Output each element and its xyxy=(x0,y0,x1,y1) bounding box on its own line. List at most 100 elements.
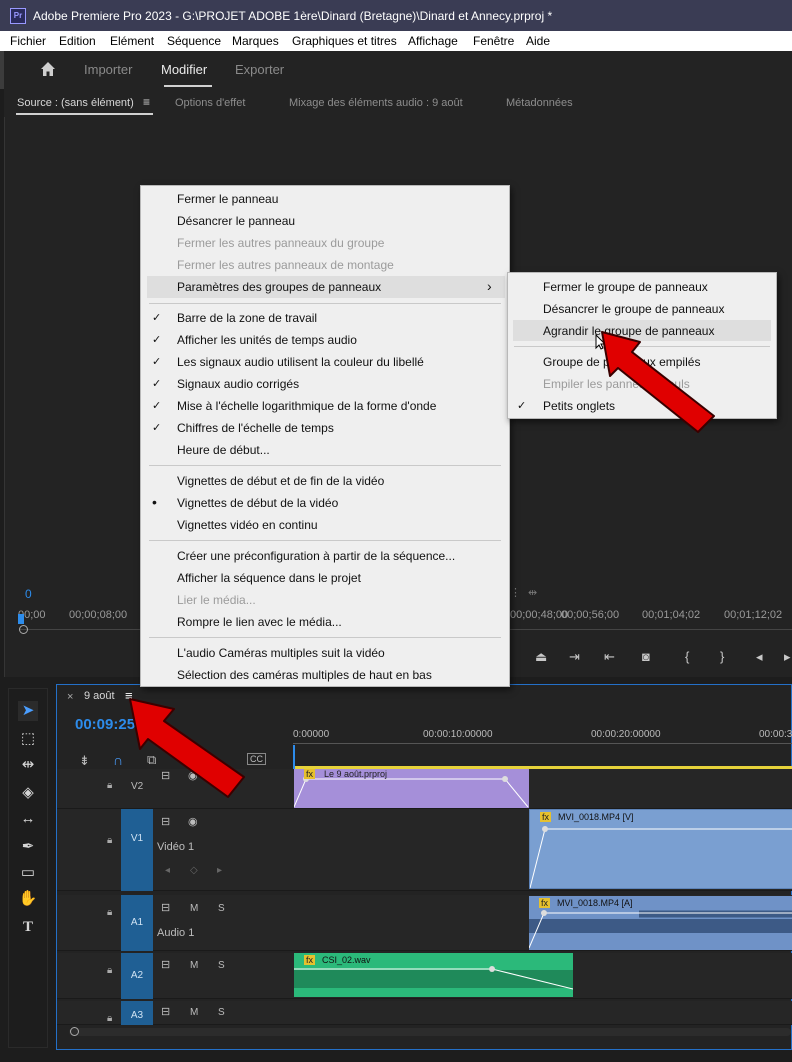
track-select-tool-icon[interactable]: ⬚ xyxy=(18,729,38,749)
home-icon[interactable] xyxy=(40,61,56,77)
timeline-zoom-handle[interactable] xyxy=(70,1027,79,1036)
eye-icon[interactable]: ◉ xyxy=(188,815,198,828)
fx-badge: fx xyxy=(304,769,316,779)
tools-panel: ➤ ⬚ ⇹ ◈ ↔ ✒ ▭ ✋ T xyxy=(8,688,48,1048)
camera-icon[interactable]: ◙ xyxy=(642,649,650,664)
type-tool-icon[interactable]: T xyxy=(18,917,38,937)
menu-sequence[interactable]: Séquence xyxy=(167,34,221,48)
source-zoom-handle[interactable] xyxy=(19,625,28,634)
ripple-edit-tool-icon[interactable]: ⇹ xyxy=(18,755,38,775)
insert-sequence-icon[interactable]: ⇟ xyxy=(79,753,90,769)
menu-item[interactable]: Vignettes vidéo en continu xyxy=(177,518,318,532)
audio-clip-csi02[interactable]: fx CSI_02.wav xyxy=(294,953,573,997)
overwrite-icon[interactable]: ⇥ xyxy=(569,649,580,665)
menu-item[interactable]: Désancrer le groupe de panneaux xyxy=(543,302,724,316)
sync-lock-icon[interactable]: ⊟ xyxy=(161,815,170,828)
snap-magnet-icon[interactable]: ∩ xyxy=(113,752,123,768)
menu-item[interactable]: Désancrer le panneau xyxy=(177,214,295,228)
export-frame-icon[interactable]: ⇤ xyxy=(604,649,615,665)
timeline-scrollbar[interactable] xyxy=(69,1028,791,1036)
mute-button[interactable]: M xyxy=(190,960,198,971)
track-label-a3[interactable]: A3 xyxy=(121,1001,153,1025)
solo-button[interactable]: S xyxy=(218,903,225,914)
menu-affichage[interactable]: Affichage xyxy=(408,34,458,48)
keyframe-icon[interactable]: ◇ xyxy=(190,865,198,876)
audio-clip-mvi0018[interactable]: fx MVI_0018.MP4 [A] xyxy=(529,896,792,950)
track-label-a1[interactable]: A1 xyxy=(121,895,153,951)
lock-icon[interactable]: 🔒︎ xyxy=(107,907,112,918)
menu-item[interactable]: L'audio Caméras multiples suit la vidéo xyxy=(177,646,385,660)
menu-item[interactable]: Chiffres de l'échelle de temps xyxy=(177,421,334,435)
insert-icon[interactable]: ⏏ xyxy=(535,649,547,665)
ruler-marker-icon: ⇹ xyxy=(528,587,538,599)
tab-metadonnees[interactable]: Métadonnées xyxy=(506,97,573,109)
menu-element[interactable]: Elément xyxy=(110,34,154,48)
tab-modifier[interactable]: Modifier xyxy=(161,62,207,77)
menu-item[interactable]: Afficher la séquence dans le projet xyxy=(177,571,361,585)
lock-icon[interactable]: 🔒︎ xyxy=(107,780,112,791)
rectangle-tool-icon[interactable]: ▭ xyxy=(18,863,38,883)
mark-in-icon[interactable]: { xyxy=(685,649,689,664)
menu-aide[interactable]: Aide xyxy=(526,34,550,48)
track-label-v1[interactable]: V1 xyxy=(121,809,153,891)
timeline-playhead[interactable] xyxy=(293,745,295,769)
step-back-icon[interactable]: ◂ xyxy=(756,649,763,665)
razor-tool-icon[interactable]: ◈ xyxy=(18,783,38,803)
voiceover-icon[interactable]: ⊟ xyxy=(161,901,170,914)
menu-item[interactable]: Fermer les autres panneaux du groupe xyxy=(177,236,384,250)
menu-marques[interactable]: Marques xyxy=(232,34,279,48)
video-clip-mvi0018[interactable]: fx MVI_0018.MP4 [V] xyxy=(529,809,792,889)
tab-importer[interactable]: Importer xyxy=(84,62,132,77)
hand-tool-icon[interactable]: ✋ xyxy=(18,889,38,909)
menu-item[interactable]: Rompre le lien avec le média... xyxy=(177,615,342,629)
lock-icon[interactable]: 🔒︎ xyxy=(107,1013,112,1024)
menu-item[interactable]: Fermer le groupe de panneaux xyxy=(543,280,708,294)
menu-item[interactable]: Vignettes de début de la vidéo xyxy=(177,496,338,510)
menu-item[interactable]: Mise à l'échelle logarithmique de la for… xyxy=(177,399,436,413)
mute-button[interactable]: M xyxy=(190,1007,198,1018)
voiceover-icon[interactable]: ⊟ xyxy=(161,958,170,971)
lock-icon[interactable]: 🔒︎ xyxy=(107,835,112,846)
prev-keyframe-icon[interactable]: ◂ xyxy=(165,865,170,876)
close-sequence-icon[interactable]: × xyxy=(67,691,73,703)
mute-button[interactable]: M xyxy=(190,903,198,914)
menu-item[interactable]: Lier le média... xyxy=(177,593,256,607)
tab-source[interactable]: Source : (sans élément) xyxy=(17,97,134,109)
mark-out-icon[interactable]: } xyxy=(720,649,724,664)
source-playhead[interactable] xyxy=(18,614,24,624)
window-title: Adobe Premiere Pro 2023 - G:\PROJET ADOB… xyxy=(33,9,553,23)
menu-item[interactable]: Barre de la zone de travail xyxy=(177,311,317,325)
track-name-video1: Vidéo 1 xyxy=(157,841,195,853)
sequence-tab[interactable]: 9 août xyxy=(84,690,115,702)
play-icon[interactable]: ▸ xyxy=(784,649,791,665)
selection-tool-icon[interactable]: ➤ xyxy=(18,701,38,721)
menu-item[interactable]: Fermer les autres panneaux de montage xyxy=(177,258,394,272)
menu-item-parametres-groupes[interactable]: Paramètres des groupes de panneaux xyxy=(177,280,381,294)
tab-exporter[interactable]: Exporter xyxy=(235,62,284,77)
tab-mixage-audio[interactable]: Mixage des éléments audio : 9 août xyxy=(289,97,463,109)
nested-sequence-clip[interactable]: fx Le 9 août.prproj xyxy=(294,769,529,808)
slip-tool-icon[interactable]: ↔ xyxy=(18,809,38,829)
pen-tool-icon[interactable]: ✒ xyxy=(18,837,38,857)
panel-menu-icon[interactable]: ≡ xyxy=(143,95,150,109)
track-label-a2[interactable]: A2 xyxy=(121,953,153,999)
solo-button[interactable]: S xyxy=(218,1007,225,1018)
fx-badge: fx xyxy=(539,898,551,908)
next-keyframe-icon[interactable]: ▸ xyxy=(217,865,222,876)
solo-button[interactable]: S xyxy=(218,960,225,971)
menu-item[interactable]: Signaux audio corrigés xyxy=(177,377,299,391)
menu-item[interactable]: Créer une préconfiguration à partir de l… xyxy=(177,549,455,563)
lock-icon[interactable]: 🔒︎ xyxy=(107,965,112,976)
tab-options-effet[interactable]: Options d'effet xyxy=(175,97,245,109)
menu-fichier[interactable]: Fichier xyxy=(10,34,46,48)
menu-fenetre[interactable]: Fenêtre xyxy=(473,34,514,48)
menu-item[interactable]: Fermer le panneau xyxy=(177,192,278,206)
menu-item[interactable]: Sélection des caméras multiples de haut … xyxy=(177,668,432,682)
voiceover-icon[interactable]: ⊟ xyxy=(161,1005,170,1018)
menu-item[interactable]: Les signaux audio utilisent la couleur d… xyxy=(177,355,424,369)
menu-edition[interactable]: Edition xyxy=(59,34,96,48)
menu-item[interactable]: Heure de début... xyxy=(177,443,270,457)
menu-item[interactable]: Afficher les unités de temps audio xyxy=(177,333,357,347)
menu-item[interactable]: Vignettes de début et de fin de la vidéo xyxy=(177,474,384,488)
menu-graphiques[interactable]: Graphiques et titres xyxy=(292,34,397,48)
